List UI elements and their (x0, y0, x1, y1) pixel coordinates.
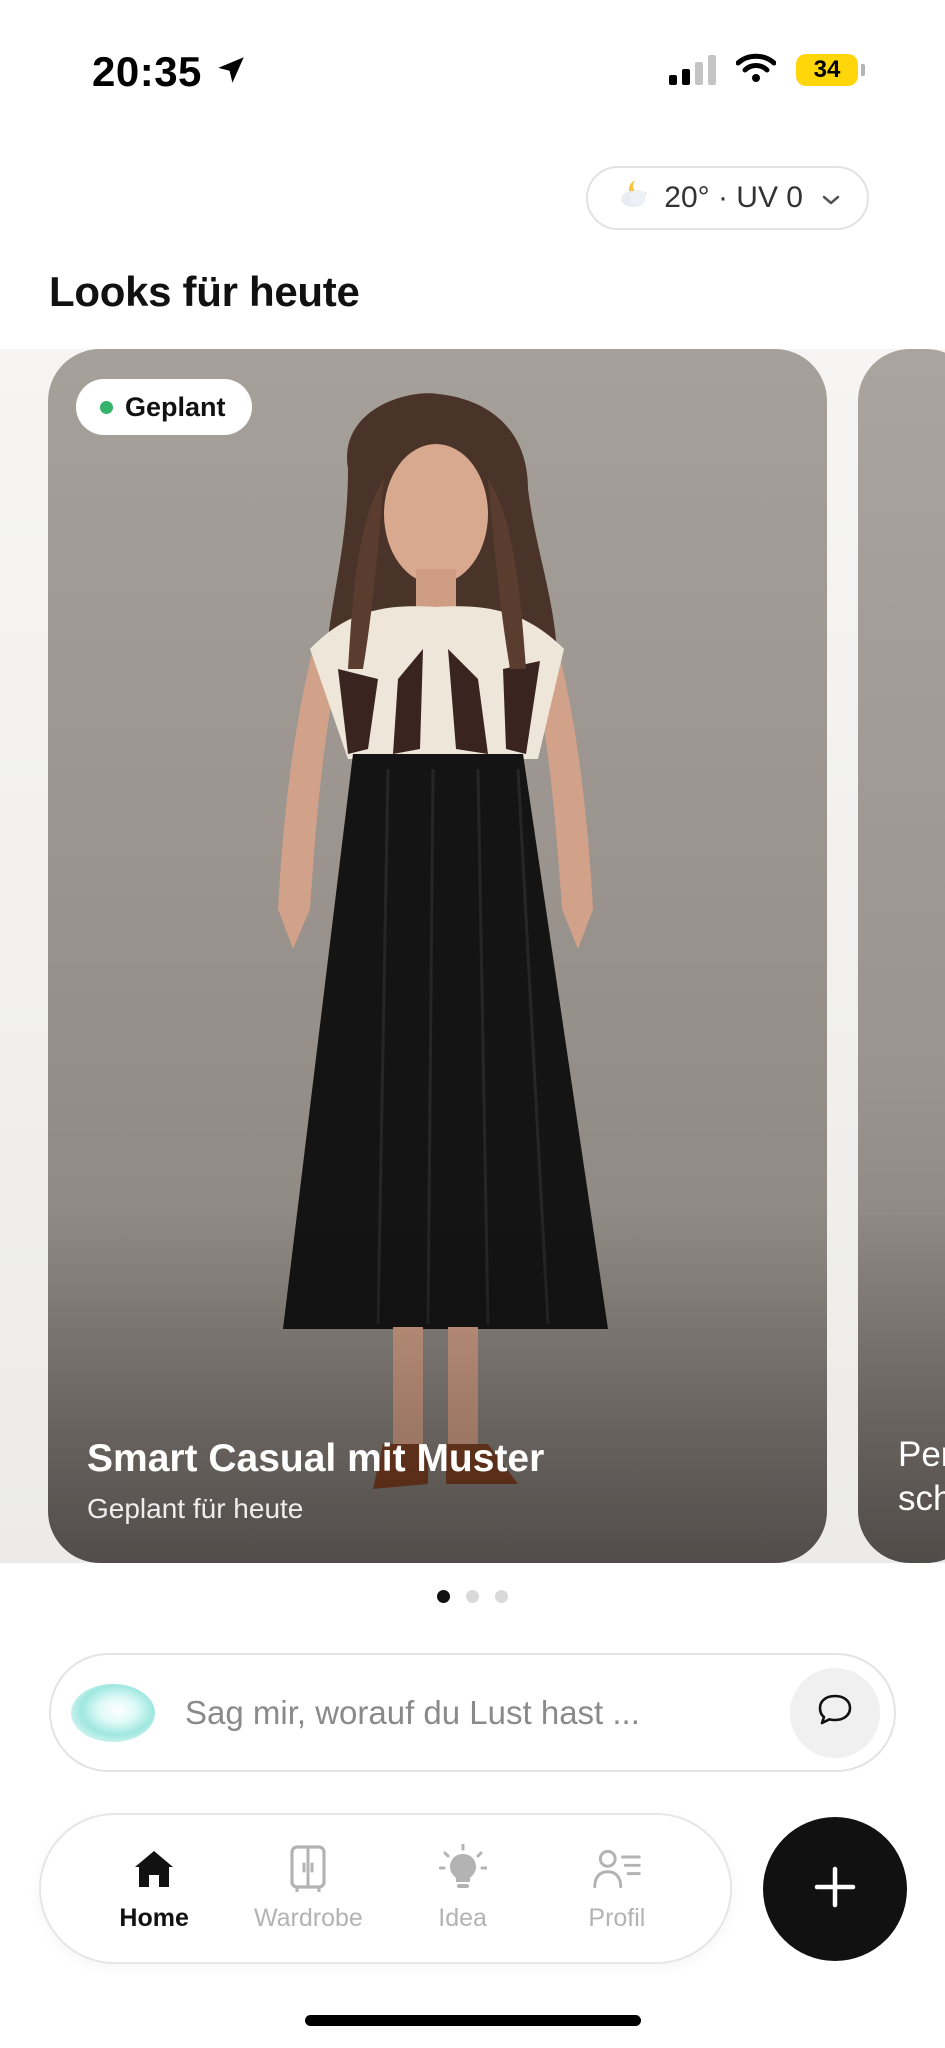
chevron-down-icon (821, 181, 841, 215)
chat-button[interactable] (790, 1667, 880, 1758)
next-look-title-line1: Per (898, 1435, 945, 1474)
wifi-icon (735, 53, 777, 88)
status-badge: Geplant (76, 379, 252, 435)
location-arrow-icon (214, 53, 248, 92)
tab-label: Profil (588, 1904, 646, 1932)
partly-cloudy-night-icon (618, 177, 652, 219)
status-badge-label: Geplant (125, 391, 226, 422)
battery-cap (861, 64, 865, 76)
tab-idea[interactable]: Idea (398, 1844, 528, 1933)
looks-carousel[interactable]: Geplant Smart Casual mit Muster Geplant … (0, 349, 945, 1563)
bottom-tab-bar: Home Wardrobe Idea Profil (39, 1813, 732, 1964)
battery-indicator: 34 (796, 54, 865, 86)
look-card-next[interactable]: Per sch (858, 349, 945, 1563)
look-subtitle: Geplant für heute (87, 1493, 304, 1524)
page-dot[interactable] (466, 1590, 479, 1603)
home-icon (129, 1844, 179, 1894)
status-bar-right: 34 (669, 52, 865, 88)
tab-label: Home (119, 1904, 189, 1932)
next-look-title: Per sch (898, 1433, 945, 1521)
tab-profil[interactable]: Profil (552, 1844, 682, 1933)
chat-bubble-icon (816, 1692, 854, 1733)
lightbulb-icon (438, 1844, 488, 1894)
tab-wardrobe[interactable]: Wardrobe (243, 1844, 373, 1933)
look-title: Smart Casual mit Muster (87, 1437, 545, 1480)
plus-icon (813, 1865, 857, 1914)
weather-selector[interactable]: 20° · UV 0 (586, 166, 869, 230)
status-time: 20:35 (92, 48, 202, 95)
assistant-chat-bar[interactable]: Sag mir, worauf du Lust hast ... (49, 1653, 896, 1772)
chat-input[interactable]: Sag mir, worauf du Lust hast ... (185, 1694, 790, 1732)
profile-icon (592, 1844, 642, 1894)
page-dot[interactable] (437, 1590, 450, 1603)
status-bar-left: 20:35 (92, 44, 248, 100)
assistant-orb-icon (71, 1683, 155, 1742)
add-button[interactable] (763, 1817, 907, 1961)
weather-label: 20° · UV 0 (664, 181, 803, 214)
next-look-title-line2: sch (898, 1479, 945, 1518)
look-card[interactable]: Geplant Smart Casual mit Muster Geplant … (48, 349, 827, 1563)
carousel-page-indicator (0, 1590, 945, 1603)
cellular-signal-icon (669, 55, 716, 85)
tab-label: Idea (438, 1904, 487, 1932)
home-indicator[interactable] (305, 2015, 641, 2026)
tab-label: Wardrobe (253, 1904, 363, 1932)
battery-level: 34 (796, 54, 858, 86)
section-title: Looks für heute (49, 268, 360, 315)
page-dot[interactable] (495, 1590, 508, 1603)
status-dot (100, 400, 113, 414)
wardrobe-icon (283, 1844, 333, 1894)
tab-home[interactable]: Home (89, 1844, 219, 1933)
